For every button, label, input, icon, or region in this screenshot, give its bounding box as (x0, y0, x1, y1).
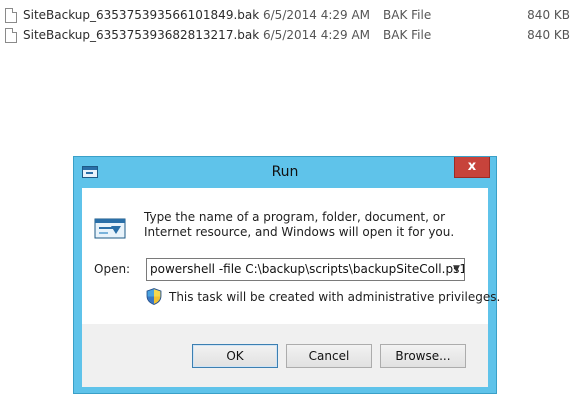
file-row[interactable]: SiteBackup_635375393566101849.bak 6/5/20… (0, 6, 576, 26)
uac-shield-icon (146, 288, 162, 305)
dialog-content-area: Type the name of a program, folder, docu… (82, 188, 500, 324)
instruction-text: Type the name of a program, folder, docu… (144, 210, 455, 239)
run-dialog: Run x Type the name of a program, folder… (73, 156, 500, 394)
file-icon (5, 28, 17, 43)
file-type: BAK File (383, 8, 432, 22)
chevron-down-icon[interactable]: ▼ (452, 265, 461, 274)
title-bar[interactable]: Run x (74, 157, 496, 188)
file-size: 840 KB (527, 28, 570, 42)
file-date: 6/5/2014 4:29 AM (263, 8, 371, 22)
file-row[interactable]: SiteBackup_635375393682813217.bak 6/5/20… (0, 26, 576, 46)
cancel-button[interactable]: Cancel (286, 344, 372, 368)
open-input-value[interactable]: powershell -file C:\backup\scripts\backu… (150, 262, 464, 276)
ok-button[interactable]: OK (192, 344, 278, 368)
admin-privileges-note: This task will be created with administr… (169, 290, 501, 304)
run-icon (94, 218, 126, 239)
file-type: BAK File (383, 28, 432, 42)
file-date: 6/5/2014 4:29 AM (263, 28, 371, 42)
file-name: SiteBackup_635375393682813217.bak (23, 28, 260, 42)
close-button[interactable]: x (454, 157, 490, 178)
browse-button[interactable]: Browse... (380, 344, 466, 368)
file-size: 840 KB (527, 8, 570, 22)
file-icon (5, 8, 17, 23)
file-name: SiteBackup_635375393566101849.bak (23, 8, 260, 22)
open-label: Open: (94, 262, 131, 276)
open-combobox[interactable]: powershell -file C:\backup\scripts\backu… (146, 258, 465, 281)
dialog-title: Run (271, 164, 299, 180)
dialog-body: Type the name of a program, folder, docu… (82, 188, 500, 387)
